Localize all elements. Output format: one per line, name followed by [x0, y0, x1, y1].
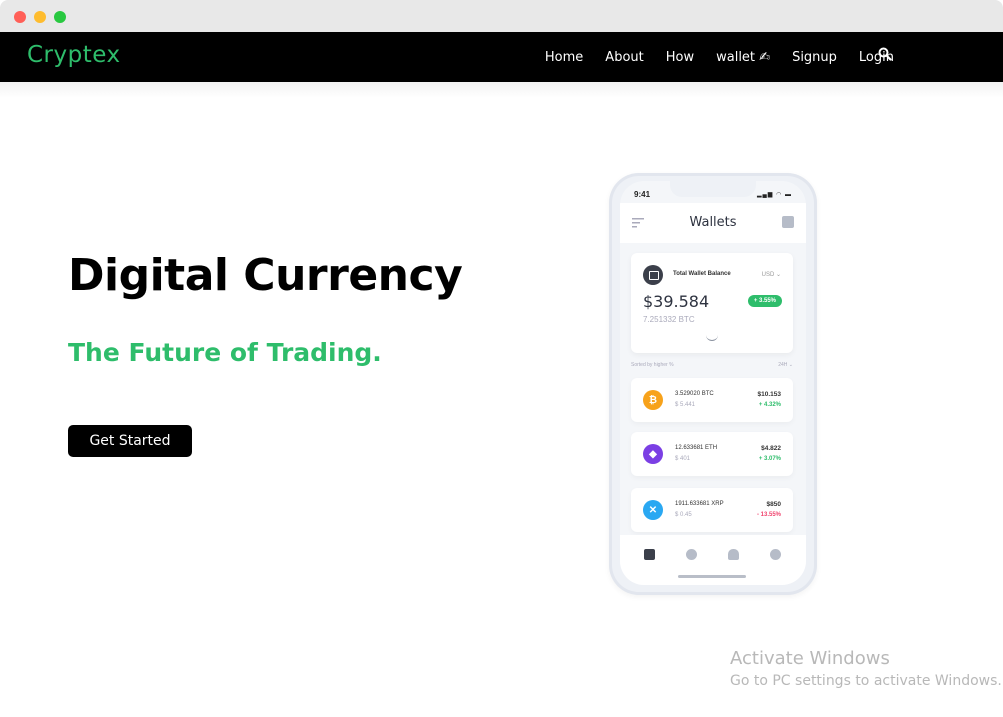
phone-notch	[670, 181, 756, 197]
ripple-icon: ✕	[643, 500, 663, 520]
coin-value: $10.153	[757, 391, 782, 398]
phone-screen: 9:41 ▂▄▆ ◠ ▬ Wallets Total Wallet Balanc…	[620, 181, 806, 585]
wallet-icon	[644, 549, 655, 560]
coin-price: $ 401	[675, 456, 691, 462]
minimize-window-button[interactable]	[34, 11, 46, 23]
nav-link-signup[interactable]: Signup	[792, 50, 837, 65]
coin-change: + 4.32%	[758, 402, 781, 408]
compass-icon	[686, 549, 697, 560]
maximize-window-button[interactable]	[54, 11, 66, 23]
coin-card-eth: ◆ 12.633681 ETH $ 401 $4.822 + 3.07%	[631, 432, 793, 476]
brand-logo[interactable]: Cryptex	[27, 42, 121, 68]
box-icon	[782, 216, 794, 228]
coin-price: $ 0.45	[675, 512, 692, 518]
sort-period: 24H ⌄	[778, 362, 793, 368]
ethereum-icon: ◆	[643, 444, 663, 464]
phone-tabbar	[620, 535, 806, 585]
get-started-button[interactable]: Get Started	[68, 425, 192, 457]
balance-change-badge: + 3.55%	[747, 295, 782, 307]
coin-card-xrp: ✕ 1911.633681 XRP $ 0.45 $850 - 13.55%	[631, 488, 793, 532]
balance-btc: 7.251332 BTC	[643, 315, 695, 324]
status-time: 9:41	[634, 190, 651, 199]
balance-currency: USD ⌄	[761, 272, 781, 278]
coin-price: $ 5.441	[675, 402, 696, 408]
coin-amount: 12.633681 ETH	[675, 445, 718, 451]
nav-link-about[interactable]: About	[605, 50, 643, 65]
balance-label: Total Wallet Balance	[673, 271, 731, 277]
coin-amount: 3.529020 BTC	[675, 391, 714, 397]
window-titlebar	[0, 0, 1003, 32]
hero-subtitle: The Future of Trading.	[68, 338, 382, 367]
search-icon[interactable]	[878, 47, 892, 61]
coin-value: $4.822	[761, 445, 781, 452]
app-title: Wallets	[689, 215, 737, 230]
nav-link-home[interactable]: Home	[545, 50, 583, 65]
nav-link-how[interactable]: How	[666, 50, 694, 65]
bitcoin-icon: ₿	[643, 390, 663, 410]
activation-watermark-text: Go to PC settings to activate Windows.	[730, 673, 1002, 689]
home-indicator	[678, 575, 746, 578]
coin-change: + 3.07%	[758, 456, 781, 462]
balance-amount: $39.584	[643, 292, 710, 311]
phone-mockup-image: 9:41 ▂▄▆ ◠ ▬ Wallets Total Wallet Balanc…	[609, 173, 817, 595]
sort-label: Sorted by higher %	[631, 362, 674, 368]
close-window-button[interactable]	[14, 11, 26, 23]
activation-watermark-title: Activate Windows	[730, 648, 890, 669]
status-icons: ▂▄▆ ◠ ▬	[756, 192, 792, 198]
nav-links: Home About How wallet ✍ Signup Login	[545, 32, 894, 82]
coin-card-btc: ₿ 3.529020 BTC $ 5.441 $10.153 + 4.32%	[631, 378, 793, 422]
navbar: Cryptex Home About How wallet ✍ Signup L…	[0, 32, 1003, 82]
coin-change: - 13.55%	[756, 512, 781, 518]
nav-link-wallet[interactable]: wallet ✍	[716, 50, 770, 65]
navbar-shadow	[0, 82, 1003, 98]
browser-window: Cryptex Home About How wallet ✍ Signup L…	[0, 0, 1003, 717]
app-header: Wallets	[620, 203, 806, 243]
bell-icon	[728, 549, 739, 560]
chevron-down-icon	[706, 335, 718, 341]
coin-amount: 1911.633681 XRP	[675, 501, 724, 507]
balance-card: Total Wallet Balance USD ⌄ $39.584 7.251…	[631, 253, 793, 353]
wallet-icon	[643, 265, 663, 285]
gear-icon	[770, 549, 781, 560]
coin-value: $850	[766, 501, 781, 508]
hero-title: Digital Currency	[68, 250, 463, 301]
